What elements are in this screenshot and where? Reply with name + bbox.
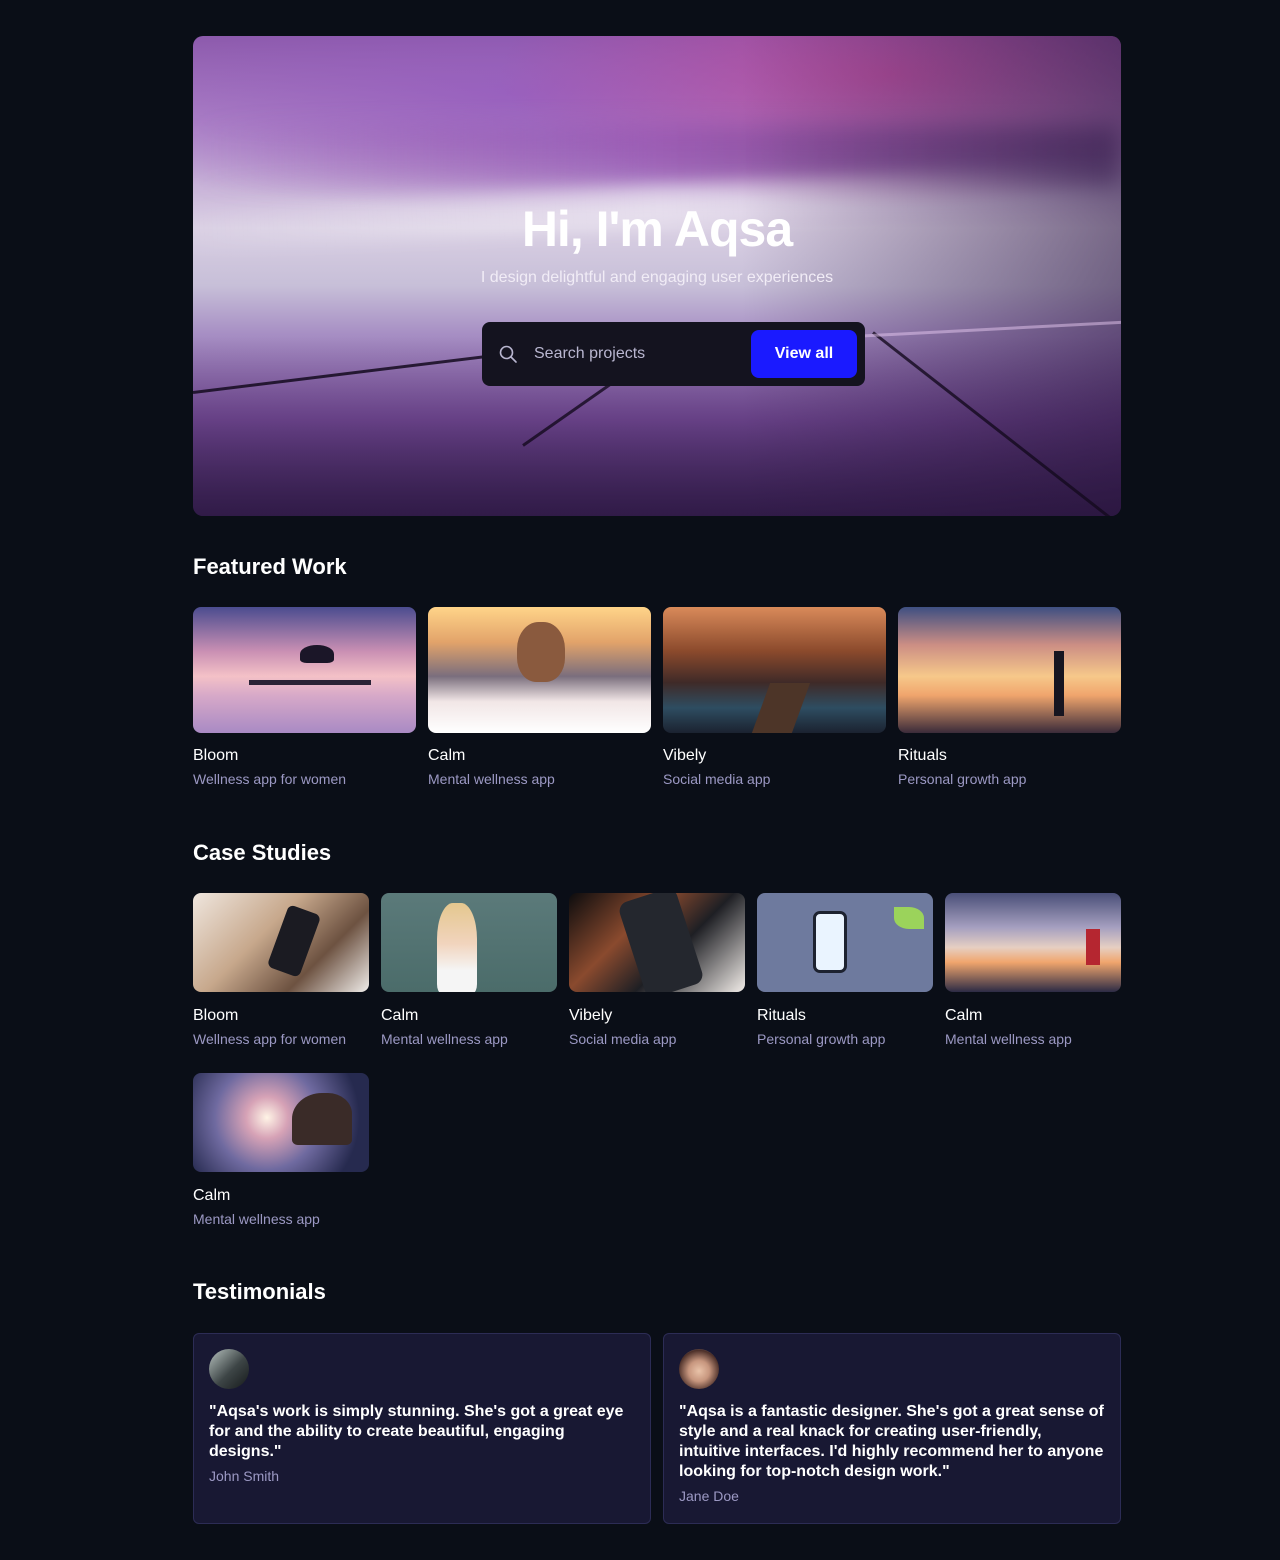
testimonial-card: "Aqsa is a fantastic designer. She's got… (663, 1333, 1121, 1524)
hero-title: Hi, I'm Aqsa (521, 201, 793, 257)
card-title: Calm (193, 1187, 231, 1204)
pier-shape (248, 680, 372, 686)
card-title: Bloom (193, 1007, 239, 1024)
case-study-thumbnail (193, 893, 369, 992)
case-study-card-calm-2[interactable]: Calm Mental wellness app (945, 893, 1121, 1047)
leaf-shape (894, 906, 925, 929)
case-study-thumbnail (945, 893, 1121, 992)
case-study-thumbnail (193, 1073, 369, 1172)
testimonials-title: Testimonials (193, 1279, 326, 1304)
testimonial-card: "Aqsa's work is simply stunning. She's g… (193, 1333, 651, 1524)
card-subtitle: Wellness app for women (193, 771, 347, 787)
page-container: Hi, I'm Aqsa I design delightful and eng… (193, 36, 1121, 1524)
card-subtitle: Social media app (663, 771, 771, 787)
phone-shape (616, 893, 705, 992)
case-study-thumbnail (381, 893, 557, 992)
card-title: Rituals (757, 1007, 806, 1024)
tree-shape (300, 644, 335, 663)
avatar (679, 1349, 719, 1389)
case-study-thumbnail (569, 893, 745, 992)
person-shape (1085, 928, 1100, 965)
featured-card-calm[interactable]: Calm Mental wellness app (428, 607, 651, 787)
featured-card-rituals[interactable]: Rituals Personal growth app (898, 607, 1121, 787)
case-study-card-calm[interactable]: Calm Mental wellness app (381, 893, 557, 1047)
card-title: Bloom (193, 747, 239, 764)
card-title: Calm (381, 1007, 419, 1024)
person-shape (1054, 651, 1065, 717)
rock-shape (291, 1092, 352, 1145)
testimonial-author: John Smith (209, 1468, 280, 1484)
case-study-card-rituals[interactable]: Rituals Personal growth app (757, 893, 933, 1047)
search-input[interactable] (534, 342, 734, 366)
testimonial-author: Jane Doe (679, 1488, 739, 1504)
portrait-shape (437, 902, 478, 992)
featured-work-title: Featured Work (193, 554, 347, 579)
card-title: Rituals (898, 747, 947, 764)
card-subtitle: Mental wellness app (945, 1031, 1072, 1047)
search-icon (499, 345, 517, 363)
featured-thumbnail (898, 607, 1121, 733)
case-study-card-calm-3[interactable]: Calm Mental wellness app (193, 1073, 369, 1227)
hero-banner: Hi, I'm Aqsa I design delightful and eng… (193, 36, 1121, 516)
card-subtitle: Mental wellness app (193, 1211, 320, 1227)
card-title: Vibely (663, 747, 707, 764)
card-subtitle: Wellness app for women (193, 1031, 347, 1047)
card-subtitle: Mental wellness app (428, 771, 555, 787)
featured-card-vibely[interactable]: Vibely Social media app (663, 607, 886, 787)
featured-thumbnail (428, 607, 651, 733)
featured-thumbnail (193, 607, 416, 733)
avatar (209, 1349, 249, 1389)
card-title: Calm (945, 1007, 983, 1024)
phone-shape (813, 910, 848, 973)
view-all-button[interactable]: View all (751, 330, 857, 378)
featured-thumbnail (663, 607, 886, 733)
case-study-thumbnail (757, 893, 933, 992)
featured-card-bloom[interactable]: Bloom Wellness app for women (193, 607, 416, 787)
phone-shape (267, 904, 322, 978)
case-study-card-vibely[interactable]: Vibely Social media app (569, 893, 745, 1047)
card-title: Vibely (569, 1007, 613, 1024)
card-subtitle: Social media app (569, 1031, 677, 1047)
card-subtitle: Mental wellness app (381, 1031, 508, 1047)
case-studies-title: Case Studies (193, 840, 332, 865)
testimonial-quote: "Aqsa's work is simply stunning. She's g… (209, 1403, 624, 1460)
card-subtitle: Personal growth app (757, 1031, 886, 1047)
testimonial-quote: "Aqsa is a fantastic designer. She's got… (679, 1403, 1104, 1480)
portrait-shape (517, 622, 566, 683)
boardwalk-shape (752, 682, 811, 733)
hero-subtitle: I design delightful and engaging user ex… (480, 269, 834, 286)
search-bar: View all (482, 322, 865, 386)
case-study-card-bloom[interactable]: Bloom Wellness app for women (193, 893, 369, 1047)
card-title: Calm (428, 747, 466, 764)
card-subtitle: Personal growth app (898, 771, 1027, 787)
